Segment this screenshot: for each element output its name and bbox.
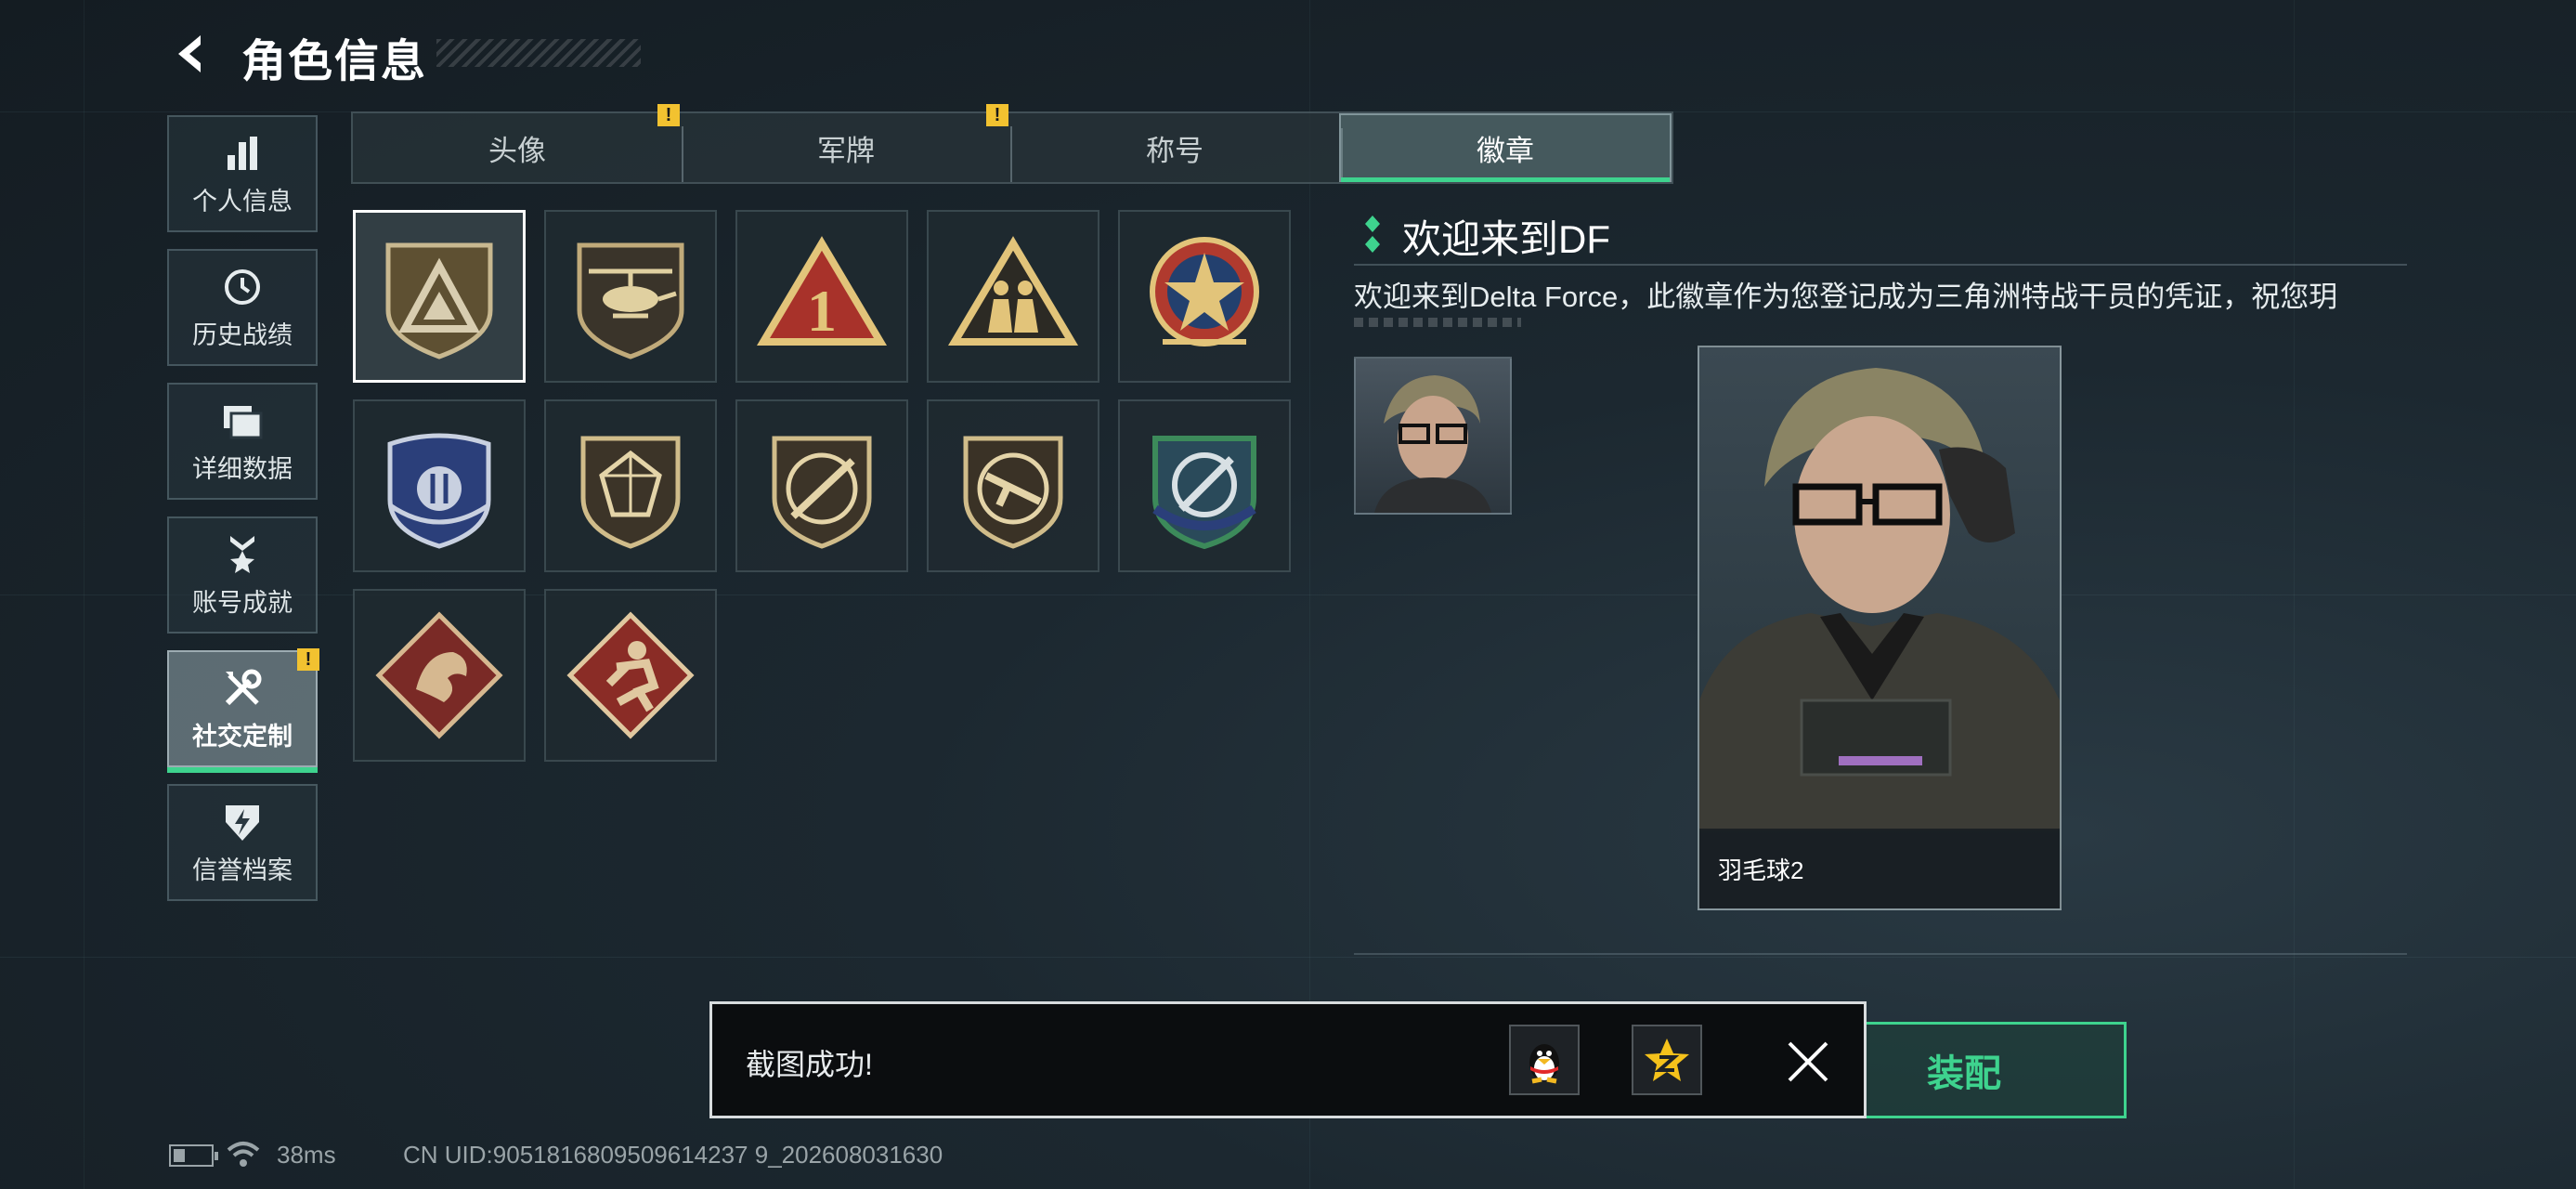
bar-chart-icon: [220, 131, 265, 176]
category-tabs: 头像 ! 军牌 ! 称号 徽章: [351, 104, 1673, 184]
badge-number-one[interactable]: 1: [735, 210, 908, 383]
decorative-dashes: [1354, 318, 1521, 327]
soldiers-triangle-badge-icon: [947, 236, 1079, 346]
character-thumbnail[interactable]: [1354, 357, 1512, 515]
close-icon: [1788, 1041, 1828, 1082]
tab-dog-tag[interactable]: 军牌 !: [682, 104, 1010, 182]
grid-line: [0, 957, 2576, 958]
badge-gem-shield[interactable]: [544, 399, 717, 572]
helicopter-badge-icon: [577, 242, 684, 359]
badge-detail-description: 欢迎来到Delta Force，此徽章作为您登记成为三角洲特战干员的凭证，祝您玥: [1354, 281, 2338, 313]
character-portrait: [1699, 368, 2060, 830]
sidebar-item-label: 个人信息: [192, 187, 293, 216]
share-qq-button[interactable]: [1509, 1025, 1580, 1095]
badge-dragon[interactable]: [353, 589, 526, 762]
svg-text:1: 1: [807, 278, 837, 344]
sidebar-item-achievements[interactable]: 账号成就: [167, 516, 318, 634]
tab-label: 头像: [488, 134, 546, 167]
sidebar-item-social-custom[interactable]: 社交定制 !: [167, 648, 319, 773]
user-uid: CN UID:9051816809509614237 9_20260803163…: [403, 1141, 943, 1169]
badge-blue-wings[interactable]: [353, 399, 526, 572]
grid-line: [2294, 0, 2295, 1189]
gem-shield-badge-icon: [580, 436, 681, 549]
tab-avatar[interactable]: 头像 !: [353, 104, 682, 182]
sidebar-item-label: 详细数据: [192, 454, 293, 483]
medal-icon: [220, 532, 265, 577]
alert-badge: !: [297, 648, 319, 671]
delta-triangle-badge-icon: [385, 242, 493, 359]
ping-value: 38ms: [277, 1141, 336, 1169]
divider: [1354, 953, 2407, 955]
character-face-avatar: [1374, 375, 1491, 513]
chevron-left-icon: [178, 35, 201, 72]
sidebar-item-personal-info[interactable]: 个人信息: [167, 115, 318, 232]
divider: [1354, 264, 2407, 266]
alert-badge: !: [657, 104, 680, 126]
diamond-marker-icon: [1365, 216, 1380, 253]
blue-wings-badge-icon: [387, 433, 491, 549]
tools-icon: [220, 666, 265, 711]
screenshot-toast: 截图成功!: [709, 1001, 1867, 1118]
tab-badge[interactable]: 徽章: [1339, 113, 1672, 182]
character-name: 羽毛球2: [1699, 829, 2060, 908]
sidebar-item-label: 社交定制: [192, 722, 293, 751]
tab-label: 称号: [1146, 134, 1203, 167]
badge-smg-shield[interactable]: [927, 399, 1099, 572]
sidebar-item-label: 账号成就: [192, 588, 293, 617]
badge-soldiers[interactable]: [927, 210, 1099, 383]
qq-penguin-icon: [1529, 1044, 1559, 1084]
number-one-triangle-badge-icon: 1: [756, 236, 888, 346]
runner-diamond-badge-icon: [566, 611, 695, 739]
close-button[interactable]: [1780, 1034, 1836, 1090]
sidebar-item-label: 历史战绩: [192, 320, 293, 349]
alert-badge: !: [986, 104, 1008, 126]
clock-icon: [220, 265, 265, 309]
shield-lightning-icon: [220, 800, 265, 844]
sidebar-item-detailed-data[interactable]: 详细数据: [167, 383, 318, 500]
back-button[interactable]: [165, 28, 217, 80]
share-qzone-button[interactable]: [1632, 1025, 1702, 1095]
badge-crosshair-knife[interactable]: [1118, 399, 1291, 572]
rifle-shield-badge-icon: [772, 436, 872, 549]
character-portrait-card[interactable]: 羽毛球2: [1698, 346, 2062, 910]
badge-helicopter[interactable]: [544, 210, 717, 383]
badge-rifle-shield[interactable]: [735, 399, 908, 572]
badge-detail-title: 欢迎来到DF: [1402, 217, 1610, 261]
sidebar-item-credit-record[interactable]: 信誉档案: [167, 784, 318, 901]
crosshair-knife-badge-icon: [1152, 436, 1256, 550]
wifi-icon: [227, 1142, 260, 1167]
tab-title[interactable]: 称号: [1010, 113, 1339, 182]
page-title: 角色信息: [241, 37, 428, 86]
title-decoration: [436, 39, 641, 67]
sidebar-item-label: 信誉档案: [192, 856, 293, 884]
grid-line: [84, 0, 85, 1189]
tab-label: 徽章: [1477, 134, 1534, 167]
badge-delta-triangle[interactable]: [353, 210, 526, 383]
tab-label: 军牌: [817, 134, 875, 167]
smg-shield-badge-icon: [963, 436, 1063, 549]
badge-runner[interactable]: [544, 589, 717, 762]
folders-icon: [220, 399, 265, 443]
toast-message: 截图成功!: [746, 1048, 873, 1081]
dragon-diamond-badge-icon: [375, 611, 503, 739]
sidebar-item-match-history[interactable]: 历史战绩: [167, 249, 318, 366]
qzone-star-icon: [1645, 1039, 1689, 1081]
battery-icon: [169, 1144, 218, 1167]
star-emblem-badge-icon: [1150, 237, 1259, 346]
badge-star-emblem[interactable]: [1118, 210, 1291, 383]
active-indicator: [167, 767, 318, 773]
